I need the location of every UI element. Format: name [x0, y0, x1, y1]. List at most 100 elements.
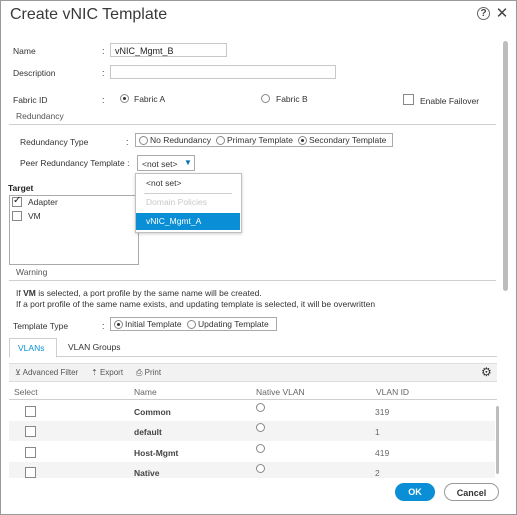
- warning-line-1: If VM is selected, a port profile by the…: [16, 288, 262, 298]
- native-vlan-radio[interactable]: [256, 464, 265, 473]
- ok-button[interactable]: OK: [395, 483, 435, 501]
- native-vlan-radio[interactable]: [256, 403, 265, 412]
- updating-template-label: Updating Template: [198, 319, 269, 329]
- enable-failover-label: Enable Failover: [420, 96, 480, 106]
- fabric-id-label: Fabric ID: [13, 95, 48, 105]
- row-select-checkbox[interactable]: [25, 467, 36, 478]
- help-icon[interactable]: ?: [477, 7, 490, 20]
- warning-section-title: Warning: [16, 267, 48, 277]
- vlan-name: Native: [134, 468, 160, 478]
- print-label: Print: [144, 368, 162, 377]
- tab-vlan-groups[interactable]: VLAN Groups: [68, 342, 120, 352]
- table-row[interactable]: default 1: [9, 421, 495, 441]
- column-header-vlan-id[interactable]: VLAN ID: [376, 387, 409, 397]
- warning-divider: [9, 280, 496, 281]
- updating-template-radio[interactable]: [187, 320, 196, 329]
- description-colon: :: [102, 68, 105, 78]
- peer-redundancy-label: Peer Redundancy Template :: [20, 158, 130, 168]
- redundancy-type-colon: :: [126, 137, 129, 147]
- redundancy-divider: [9, 124, 496, 125]
- warning-line-2: If a port profile of the same name exist…: [16, 299, 376, 309]
- name-colon: :: [102, 46, 105, 56]
- redundancy-section-title: Redundancy: [16, 111, 64, 121]
- secondary-template-radio[interactable]: [298, 136, 307, 145]
- row-select-checkbox[interactable]: [25, 406, 36, 417]
- peer-redundancy-value: <not set>: [142, 159, 178, 169]
- chevron-down-icon: ▼: [184, 158, 192, 167]
- advanced-filter-button[interactable]: ⊻ Advanced Filter: [15, 368, 78, 377]
- export-label: Export: [99, 368, 124, 377]
- description-label: Description: [13, 68, 56, 78]
- print-icon: ⎙: [136, 368, 143, 377]
- create-vnic-template-dialog: Create vNIC Template ? ✕ Name : vNIC_Mgm…: [0, 0, 517, 515]
- close-icon[interactable]: ✕: [495, 6, 509, 21]
- row-select-checkbox[interactable]: [25, 447, 36, 458]
- check-icon: ✓: [13, 195, 22, 206]
- no-redundancy-label: No Redundancy: [150, 135, 211, 145]
- tab-vlans[interactable]: VLANs: [9, 338, 57, 358]
- export-button[interactable]: ⇡ Export: [91, 368, 123, 377]
- vlan-name: default: [134, 427, 162, 437]
- dropdown-option-not-set[interactable]: <not set>: [136, 175, 240, 192]
- table-header-divider: [9, 399, 497, 400]
- vlan-name: Common: [134, 407, 171, 417]
- fabric-b-label: Fabric B: [276, 94, 308, 104]
- table-scrollbar[interactable]: [496, 406, 499, 474]
- template-type-label: Template Type: [13, 321, 69, 331]
- fabric-a-label: Fabric A: [134, 94, 166, 104]
- fabric-colon: :: [102, 95, 105, 105]
- filter-icon: ⊻: [15, 368, 21, 377]
- dialog-title: Create vNIC Template: [10, 6, 168, 23]
- peer-redundancy-dropdown-menu: <not set> Domain Policies vNIC_Mgmt_A: [135, 173, 242, 233]
- redundancy-type-group: No Redundancy Primary Template Secondary…: [135, 133, 393, 147]
- export-icon: ⇡: [91, 368, 98, 377]
- vlan-name: Host-Mgmt: [134, 448, 179, 458]
- adapter-label: Adapter: [28, 197, 58, 207]
- column-header-select: Select: [14, 387, 38, 397]
- primary-template-label: Primary Template: [227, 135, 293, 145]
- initial-template-radio[interactable]: [114, 320, 123, 329]
- row-select-checkbox[interactable]: [25, 426, 36, 437]
- template-type-colon: :: [102, 321, 105, 331]
- vlan-id: 2: [375, 468, 380, 478]
- table-row[interactable]: Native 2: [9, 462, 495, 478]
- advanced-filter-label: Advanced Filter: [22, 368, 79, 377]
- description-input[interactable]: [110, 65, 336, 79]
- column-header-native-vlan[interactable]: Native VLAN: [256, 387, 305, 397]
- dropdown-option-vnic-mgmt-a[interactable]: vNIC_Mgmt_A: [136, 213, 240, 230]
- fabric-a-radio[interactable]: [120, 94, 129, 103]
- tab-vlans-label: VLANs: [18, 343, 45, 353]
- target-list: ✓ Adapter VM: [9, 195, 139, 265]
- name-input[interactable]: vNIC_Mgmt_B: [110, 43, 227, 57]
- warning-vm-keyword: VM: [23, 288, 36, 298]
- gear-icon[interactable]: ⚙: [481, 365, 492, 379]
- dropdown-group-domain-policies: Domain Policies: [146, 197, 207, 207]
- dialog-scrollbar[interactable]: [503, 41, 508, 291]
- vlan-id: 1: [375, 427, 380, 437]
- initial-template-label: Initial Template: [125, 319, 182, 329]
- warning-line-1-rest: is selected, a port profile by the same …: [35, 288, 262, 298]
- redundancy-type-label: Redundancy Type: [20, 137, 89, 147]
- table-row[interactable]: Common 319: [9, 401, 495, 421]
- vlan-id: 419: [375, 448, 390, 458]
- primary-template-radio[interactable]: [216, 136, 225, 145]
- table-toolbar: ⊻ Advanced Filter ⇡ Export ⎙ Print ⚙: [9, 363, 497, 382]
- column-header-name[interactable]: Name: [134, 387, 157, 397]
- template-type-group: Initial Template Updating Template: [110, 317, 277, 331]
- native-vlan-radio[interactable]: [256, 444, 265, 453]
- secondary-template-label: Secondary Template: [309, 135, 387, 145]
- print-button[interactable]: ⎙ Print: [136, 368, 161, 378]
- cancel-button[interactable]: Cancel: [444, 483, 499, 501]
- name-label: Name: [13, 46, 36, 56]
- tabs-baseline: [9, 356, 497, 357]
- adapter-checkbox[interactable]: ✓: [12, 195, 22, 207]
- enable-failover-checkbox[interactable]: [403, 94, 414, 105]
- vm-checkbox[interactable]: [12, 211, 22, 221]
- fabric-b-radio[interactable]: [261, 94, 270, 103]
- table-row[interactable]: Host-Mgmt 419: [9, 442, 495, 462]
- vlan-id: 319: [375, 407, 390, 417]
- native-vlan-radio[interactable]: [256, 423, 265, 432]
- peer-redundancy-select[interactable]: <not set> ▼: [137, 155, 195, 171]
- target-label: Target: [8, 183, 34, 193]
- no-redundancy-radio[interactable]: [139, 136, 148, 145]
